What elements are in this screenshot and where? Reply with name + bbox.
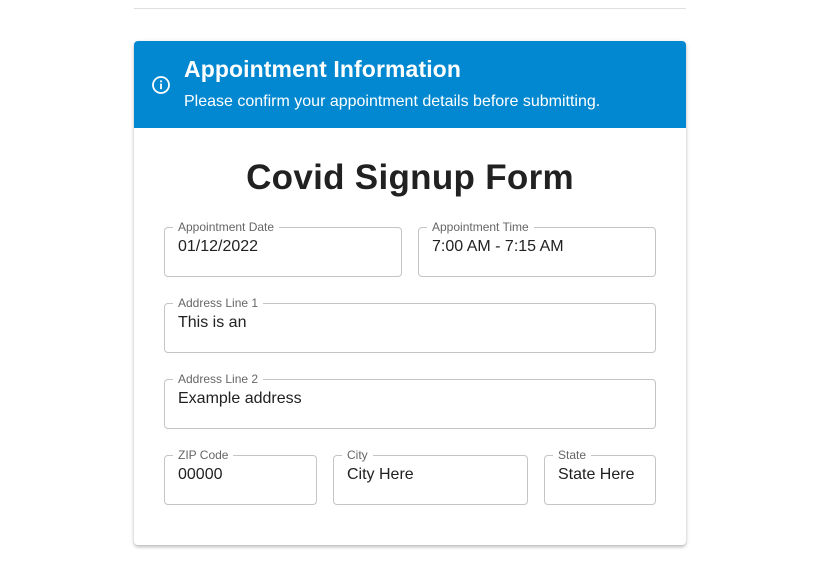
appointment-date-field[interactable]: Appointment Date 01/12/2022	[164, 221, 402, 277]
address-line-1-field[interactable]: Address Line 1 This is an	[164, 297, 656, 353]
appointment-time-value: 7:00 AM - 7:15 AM	[432, 238, 564, 255]
banner-message: Please confirm your appointment details …	[184, 93, 601, 110]
address-line-1-label: Address Line 1	[178, 296, 259, 310]
form-title: Covid Signup Form	[246, 158, 574, 197]
banner-title: Appointment Information	[184, 56, 461, 82]
address-line-2-label: Address Line 2	[178, 372, 259, 386]
appointment-date-label: Appointment Date	[178, 220, 275, 234]
address-line-1-value: This is an	[178, 314, 247, 331]
appointment-time-field[interactable]: Appointment Time 7:00 AM - 7:15 AM	[418, 221, 656, 277]
signup-card: Appointment Information Please confirm y…	[134, 41, 686, 545]
info-icon	[152, 76, 170, 94]
appointment-date-value: 01/12/2022	[178, 238, 259, 255]
appointment-time-label: Appointment Time	[432, 220, 529, 234]
info-banner: Appointment Information Please confirm y…	[134, 41, 686, 128]
address-line-2-field[interactable]: Address Line 2 Example address	[164, 373, 656, 429]
address-line-2-value: Example address	[178, 390, 302, 407]
city-label: City	[347, 448, 368, 462]
zip-code-label: ZIP Code	[178, 448, 229, 462]
zip-code-value: 00000	[178, 466, 223, 483]
top-divider	[134, 8, 686, 9]
state-value: State Here	[558, 466, 635, 483]
city-field[interactable]: City City Here	[333, 449, 528, 505]
city-value: City Here	[347, 466, 414, 483]
state-label: State	[558, 448, 587, 462]
state-field[interactable]: State State Here	[544, 449, 656, 505]
zip-code-field[interactable]: ZIP Code 00000	[164, 449, 317, 505]
